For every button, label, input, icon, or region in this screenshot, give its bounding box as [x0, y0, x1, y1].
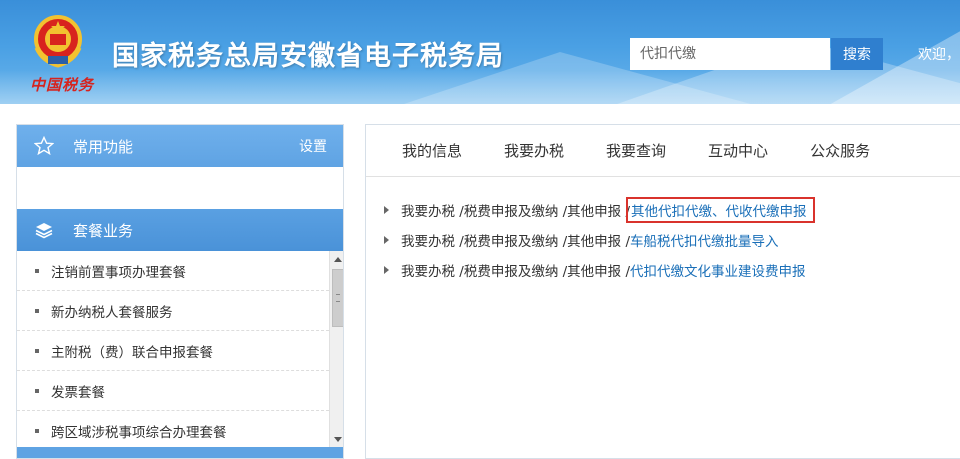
welcome-text: 欢迎，: [918, 47, 960, 63]
favorites-area: [17, 167, 343, 209]
result-row: 我要办税 /税费申报及缴纳 /其他申报 / 车船税代扣代缴批量导入: [384, 225, 815, 255]
settings-link[interactable]: 设置: [299, 136, 327, 156]
next-section-header: [17, 447, 343, 458]
scroll-down-icon[interactable]: [330, 431, 343, 447]
tab-my-info[interactable]: 我的信息: [402, 140, 462, 161]
common-functions-title: 常用功能: [73, 137, 134, 156]
site-title: 国家税务总局安徽省电子税务局: [112, 41, 504, 72]
package-business-title: 套餐业务: [73, 221, 134, 240]
list-item[interactable]: 注销前置事项办理套餐: [17, 251, 329, 291]
site-header: 中国税务 国家税务总局安徽省电子税务局 搜索 欢迎，: [0, 0, 960, 104]
package-list-scrollbar[interactable]: [329, 251, 343, 447]
bullet-icon: [35, 428, 39, 433]
tab-public-service[interactable]: 公众服务: [810, 140, 870, 161]
main-content: 我的信息 我要办税 我要查询 互动中心 公众服务 我要办税 /税费申报及缴纳 /…: [365, 124, 960, 459]
package-list: 注销前置事项办理套餐 新办纳税人套餐服务 主附税（费）联合申报套餐 发票套餐 跨…: [17, 251, 329, 451]
result-link-highlighted[interactable]: 其他代扣代缴、代收代缴申报: [626, 197, 815, 223]
search-results: 我要办税 /税费申报及缴纳 /其他申报 / 其他代扣代缴、代收代缴申报 我要办税…: [384, 195, 815, 285]
list-item[interactable]: 发票套餐: [17, 371, 329, 411]
caret-right-icon: [384, 266, 389, 274]
common-functions-header: 常用功能 设置: [17, 125, 343, 167]
result-row: 我要办税 /税费申报及缴纳 /其他申报 / 代扣代缴文化事业建设费申报: [384, 255, 815, 285]
tab-tax-handling[interactable]: 我要办税: [504, 140, 564, 161]
tab-query[interactable]: 我要查询: [606, 140, 666, 161]
search-input[interactable]: [630, 38, 830, 70]
list-item[interactable]: 主附税（费）联合申报套餐: [17, 331, 329, 371]
star-icon: [33, 135, 55, 157]
result-breadcrumb: 我要办税 /税费申报及缴纳 /其他申报 /: [401, 204, 631, 220]
bullet-icon: [35, 348, 39, 353]
result-link[interactable]: 代扣代缴文化事业建设费申报: [630, 260, 806, 280]
main-tabs: 我的信息 我要办税 我要查询 互动中心 公众服务: [366, 125, 960, 177]
package-business-header[interactable]: 套餐业务: [17, 209, 343, 251]
caret-right-icon: [384, 206, 389, 214]
scroll-up-icon[interactable]: [330, 251, 343, 267]
tax-emblem-icon: [28, 12, 88, 70]
bullet-icon: [35, 388, 39, 393]
tab-interaction-center[interactable]: 互动中心: [708, 140, 768, 161]
result-breadcrumb: 我要办税 /税费申报及缴纳 /其他申报 /: [401, 264, 631, 280]
search-button[interactable]: 搜索: [831, 38, 883, 70]
result-breadcrumb: 我要办税 /税费申报及缴纳 /其他申报 /: [401, 234, 631, 250]
scroll-thumb[interactable]: [332, 269, 343, 327]
slogan-text: 中国税务: [30, 76, 95, 94]
result-link[interactable]: 车船税代扣代缴批量导入: [630, 230, 779, 250]
result-row: 我要办税 /税费申报及缴纳 /其他申报 / 其他代扣代缴、代收代缴申报: [384, 195, 815, 225]
caret-right-icon: [384, 236, 389, 244]
list-item[interactable]: 新办纳税人套餐服务: [17, 291, 329, 331]
bullet-icon: [35, 308, 39, 313]
list-item[interactable]: 跨区域涉税事项综合办理套餐: [17, 411, 329, 451]
left-sidebar: 常用功能 设置 套餐业务 注销前置事项办理套餐 新办纳税人套餐服务 主附税（费）…: [16, 124, 344, 459]
layers-icon: [33, 219, 55, 241]
bullet-icon: [35, 268, 39, 273]
